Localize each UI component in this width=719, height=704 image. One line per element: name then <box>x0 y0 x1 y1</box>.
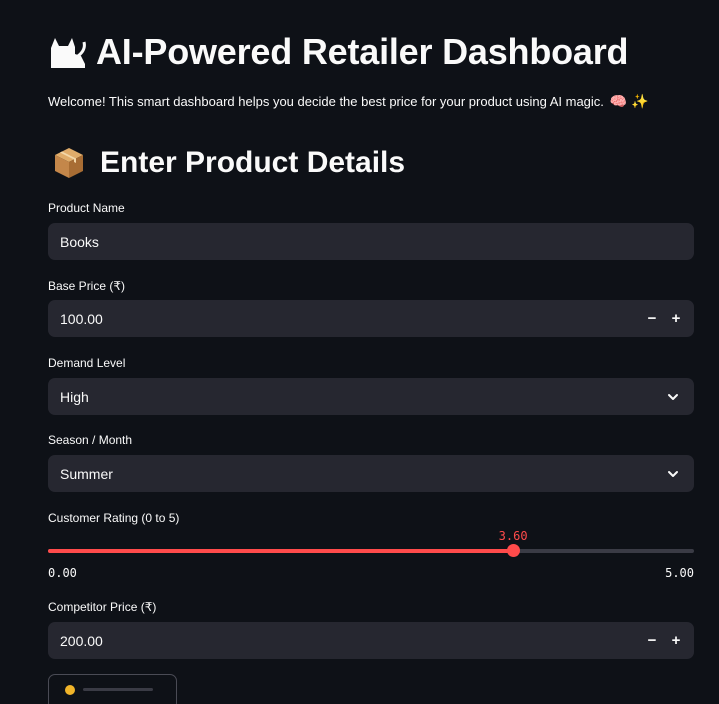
competitor-price-decrement-button[interactable]: − <box>640 622 664 659</box>
demand-level-label: Demand Level <box>48 356 126 370</box>
submit-button[interactable] <box>48 674 177 704</box>
slider-thumb[interactable] <box>507 544 521 557</box>
cat-silhouette-icon <box>51 38 86 68</box>
demand-level-select[interactable]: High <box>48 378 694 415</box>
chevron-down-icon <box>668 393 678 400</box>
section-title: Enter Product Details <box>100 146 406 179</box>
base-price-increment-button[interactable]: + <box>664 300 688 337</box>
dashboard-page: AI-Powered Retailer Dashboard Welcome! T… <box>0 0 719 704</box>
product-name-value: Books <box>60 233 99 250</box>
competitor-price-increment-button[interactable]: + <box>664 622 688 659</box>
welcome-message: Welcome! This smart dashboard helps you … <box>48 93 649 110</box>
slider-current-value: 3.60 <box>498 529 528 543</box>
competitor-price-label: Competitor Price (₹) <box>48 600 157 614</box>
competitor-price-stepper: − + <box>640 622 688 659</box>
brain-sparkles-emoji: 🧠 ✨ <box>609 93 649 109</box>
season-select[interactable]: Summer <box>48 455 694 492</box>
base-price-value: 100.00 <box>60 310 103 327</box>
product-name-input[interactable]: Books <box>48 223 694 260</box>
section-header: Enter Product Details <box>52 142 405 184</box>
base-price-decrement-button[interactable]: − <box>640 300 664 337</box>
slider-min-value: 0.00 <box>48 566 77 580</box>
season-label: Season / Month <box>48 433 133 447</box>
demand-level-value: High <box>60 388 89 405</box>
lightbulb-icon <box>65 685 75 695</box>
product-name-label: Product Name <box>48 201 125 215</box>
competitor-price-input[interactable]: 200.00 − + <box>48 622 694 659</box>
package-box-icon <box>55 148 83 178</box>
slider-fill <box>48 549 514 553</box>
season-value: Summer <box>60 465 113 482</box>
button-label-cropped <box>83 688 153 691</box>
customer-rating-slider[interactable] <box>48 544 694 557</box>
page-title: AI-Powered Retailer Dashboard <box>96 31 629 72</box>
customer-rating-label: Customer Rating (0 to 5) <box>48 511 180 525</box>
competitor-price-value: 200.00 <box>60 632 103 649</box>
slider-max-value: 5.00 <box>665 566 694 580</box>
base-price-stepper: − + <box>640 300 688 337</box>
welcome-text: Welcome! This smart dashboard helps you … <box>48 94 604 109</box>
page-header: AI-Powered Retailer Dashboard <box>48 28 629 76</box>
base-price-label: Base Price (₹) <box>48 279 125 293</box>
base-price-input[interactable]: 100.00 − + <box>48 300 694 337</box>
chevron-down-icon <box>668 470 678 477</box>
